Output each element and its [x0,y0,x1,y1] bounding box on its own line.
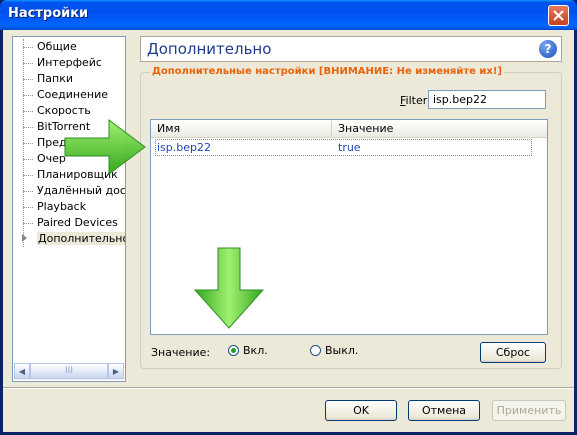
filter-input[interactable]: isp.bep22 [428,90,546,109]
tree-item-interface[interactable]: Интерфейс [13,55,125,71]
dialog-body: Общие Интерфейс Папки Соединение Скорост… [3,30,574,432]
tree-item-label: Paired Devices [37,216,118,229]
filter-label: Filter: [400,94,431,107]
arrow-left-icon: ◀ [18,366,26,376]
page-header: Дополнительно ? [140,36,562,62]
reset-button[interactable]: Сброс [480,342,546,363]
help-icon[interactable]: ? [539,40,557,58]
scroll-thumb[interactable]: III [30,363,108,379]
tree-item-remote[interactable]: Удалённый дост [13,183,125,199]
page-title: Дополнительно [147,40,272,58]
tree-item-label: Общие [37,40,77,53]
tree-horizontal-scrollbar[interactable]: ◀ III ▶ [14,363,124,380]
window-title: Настройки [8,6,89,21]
row-value-cell: true [338,141,361,154]
tree-item-label: Папки [37,72,73,85]
expand-arrow-icon[interactable] [22,234,27,242]
tree-item-label: Соединение [37,88,109,101]
apply-button[interactable]: Применить [492,400,566,421]
tree-item-playback[interactable]: Playback [13,199,125,215]
row-name-cell: isp.bep22 [157,141,211,154]
tree-item-connection[interactable]: Соединение [13,87,125,103]
settings-window: Настройки Общие Интерфейс Папки Соединен… [0,0,577,435]
scroll-right-button[interactable]: ▶ [108,363,124,379]
radio-off-label: Выкл. [325,344,359,357]
value-label: Значение: [151,346,211,359]
close-button[interactable] [548,5,569,26]
tree-item-folders[interactable]: Папки [13,71,125,87]
footer-separator [3,387,574,389]
filter-label-rest: ilter: [405,94,431,107]
table-row[interactable]: isp.bep22 true [155,139,532,156]
scroll-grip: III [65,366,73,376]
tree-item-label: Playback [37,200,87,213]
radio-selected-dot [231,348,236,353]
title-bar[interactable]: Настройки [0,0,577,30]
group-title: Дополнительные настройки [ВНИМАНИЕ: Не и… [150,66,504,77]
column-header-value[interactable]: Значение [332,120,547,138]
cancel-button[interactable]: Отмена [408,400,480,421]
radio-on-circle[interactable] [228,345,239,356]
radio-on[interactable]: Вкл. [228,344,268,357]
settings-tree: Общие Интерфейс Папки Соединение Скорост… [12,36,126,382]
radio-on-label: Вкл. [243,344,268,357]
green-arrow-icon [193,247,265,329]
arrow-right-icon: ▶ [112,366,120,376]
column-header-name[interactable]: Имя [151,120,332,138]
green-arrow-icon [64,119,146,175]
radio-off-circle[interactable] [310,345,321,356]
scroll-left-button[interactable]: ◀ [14,363,30,379]
tree-item-label: Дополнительно [37,232,125,245]
tree-item-advanced[interactable]: Дополнительно [13,231,125,247]
tree-item-label: Удалённый дост [37,184,125,197]
tree-item-general[interactable]: Общие [13,39,125,55]
radio-off[interactable]: Выкл. [310,344,358,357]
close-icon [553,10,564,21]
tree-item-label: Интерфейс [37,56,102,69]
tree-item-paired-devices[interactable]: Paired Devices [13,215,125,231]
ok-button[interactable]: OK [325,400,397,421]
